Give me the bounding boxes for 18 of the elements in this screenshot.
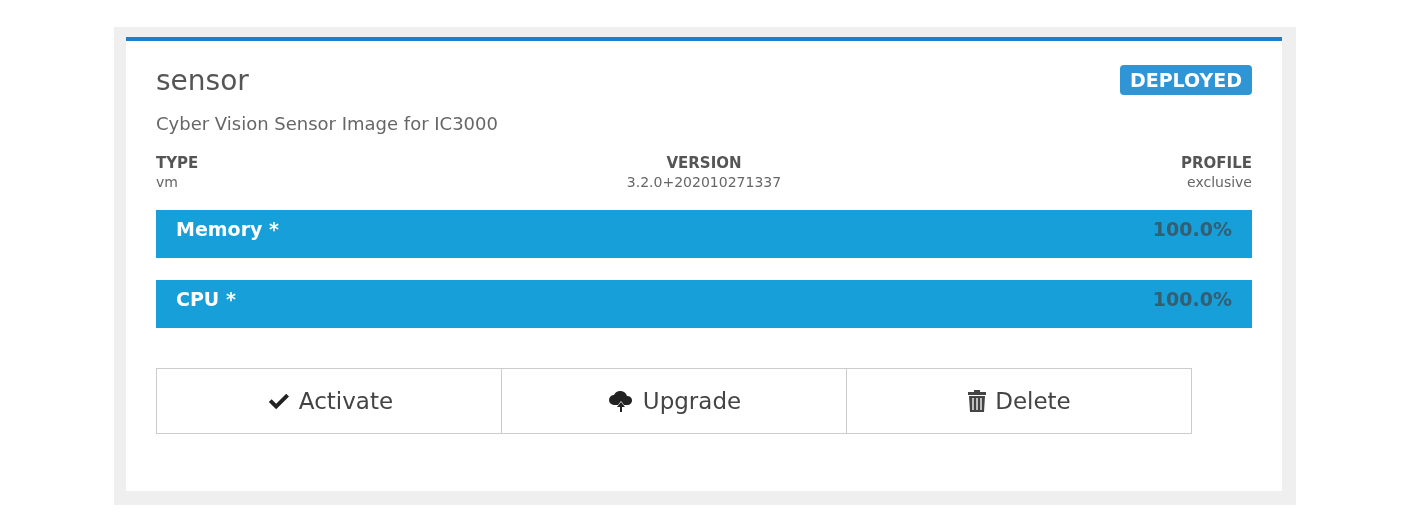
field-value: vm xyxy=(156,174,179,190)
action-button[interactable]: Activate xyxy=(156,368,502,434)
resource-reading: 100.0% xyxy=(1152,288,1232,310)
field-label: PROFILE xyxy=(1180,154,1252,172)
action-button[interactable]: Upgrade xyxy=(502,368,847,434)
field-label: TYPE xyxy=(156,154,200,172)
field-label: VERSION xyxy=(665,154,743,172)
card-title: sensor xyxy=(156,65,249,97)
resource-reading: 100.0% xyxy=(1152,218,1232,240)
status-badge: DEPLOYED xyxy=(1119,65,1252,95)
field-value: exclusive xyxy=(1186,174,1252,190)
resource-name: CPU * xyxy=(176,288,236,310)
action-button[interactable]: Delete xyxy=(847,368,1192,434)
trash-icon xyxy=(967,388,988,414)
cloud-upload-icon xyxy=(606,389,635,413)
description: Cyber Vision Sensor Image for IC3000 xyxy=(156,113,499,134)
resource-name: Memory * xyxy=(176,218,279,240)
field-value: 3.2.0+202010271337 xyxy=(625,174,783,190)
